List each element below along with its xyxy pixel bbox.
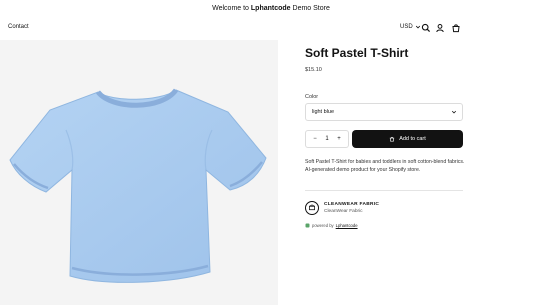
product-description: Soft Pastel T-Shirt for babies and toddl… — [305, 159, 465, 173]
color-select-value: light blue — [312, 109, 335, 115]
announcement-brand: Lphantcode — [250, 5, 291, 12]
announcement-bar: Welcome to Lphantcode Demo Store — [0, 0, 542, 18]
announcement-suffix: Demo Store — [290, 5, 330, 12]
currency-selector[interactable]: USD — [400, 24, 421, 30]
quantity-minus-button[interactable]: − — [311, 136, 319, 142]
fabric-title: CLEANWEAR FABRIC — [324, 202, 380, 207]
badge-icon — [305, 223, 310, 228]
quantity-plus-button[interactable]: + — [335, 136, 343, 142]
site-header: Contact USD — [0, 18, 542, 40]
fabric-subtitle: CleanWear Fabric — [324, 209, 363, 214]
quantity-value[interactable]: 1 — [323, 136, 331, 142]
chevron-down-icon — [451, 110, 457, 114]
color-label: Color — [305, 94, 319, 100]
fabric-logo-icon — [305, 201, 319, 215]
cart-icon[interactable] — [451, 23, 461, 33]
currency-label: USD — [400, 24, 413, 30]
quantity-stepper[interactable]: − 1 + — [305, 130, 349, 148]
tshirt-image — [9, 88, 267, 283]
powered-brand-link[interactable]: Lphantcode — [336, 223, 358, 228]
color-select[interactable]: light blue — [305, 103, 463, 121]
product-title: Soft Pastel T-Shirt — [305, 46, 409, 60]
nav-contact-link[interactable]: Contact — [8, 24, 29, 30]
add-to-cart-label: Add to cart — [399, 136, 426, 142]
divider — [305, 190, 463, 191]
product-image[interactable] — [0, 40, 278, 305]
powered-by: powered by Lphantcode — [305, 223, 358, 228]
cart-icon — [390, 136, 395, 142]
search-icon[interactable] — [421, 23, 431, 33]
announcement-prefix: Welcome to — [212, 5, 251, 12]
chevron-down-icon — [415, 25, 420, 29]
fabric-block: CLEANWEAR FABRIC CleanWear Fabric — [305, 200, 465, 220]
account-icon[interactable] — [435, 23, 445, 33]
add-to-cart-button[interactable]: Add to cart — [352, 130, 463, 148]
product-price: $15.10 — [305, 67, 322, 73]
powered-prefix: powered by — [312, 223, 334, 228]
